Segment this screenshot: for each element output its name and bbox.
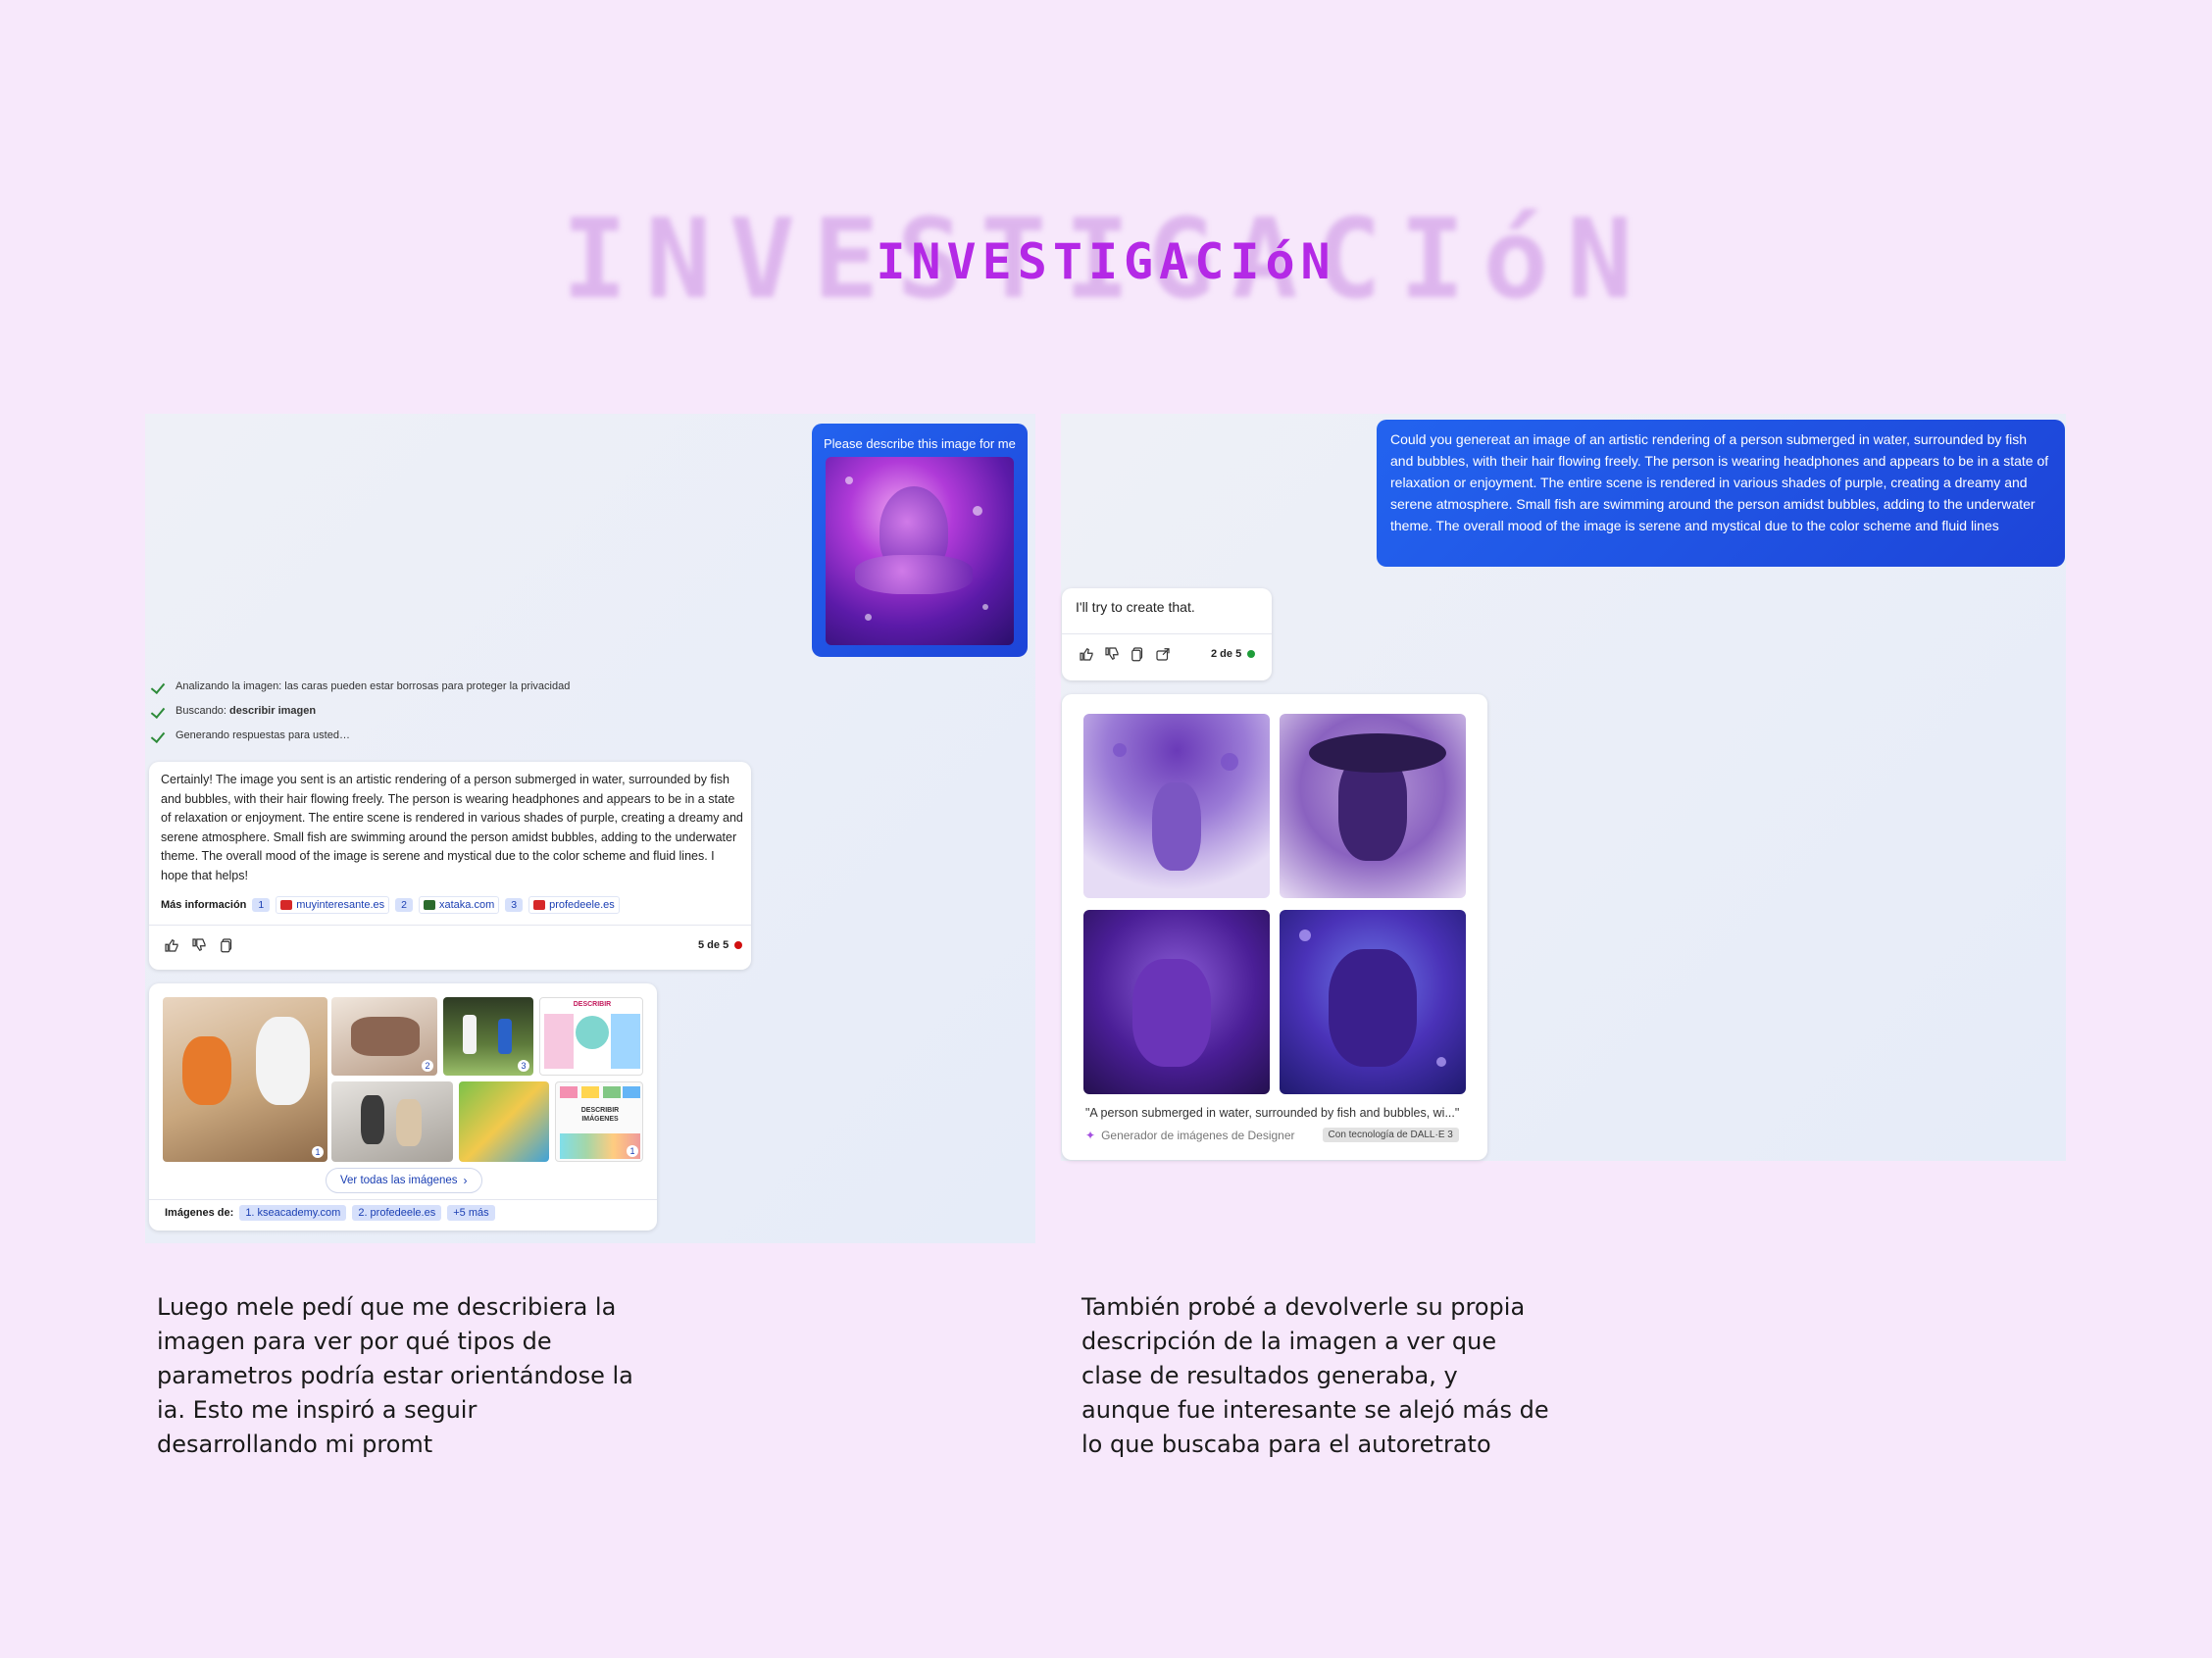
source-link-profedeele[interactable]: profedeele.es <box>528 896 620 914</box>
image-source-chip[interactable]: 2. profedeele.es <box>352 1205 442 1221</box>
designer-icon: ✦ <box>1085 1128 1096 1142</box>
status-text: Buscando: <box>176 705 230 717</box>
generated-image-2[interactable] <box>1280 714 1466 898</box>
left-caption: Luego mele pedí que me describiera la im… <box>157 1293 633 1458</box>
generated-caption: "A person submerged in water, surrounded… <box>1085 1106 1460 1120</box>
images-from-label: Imágenes de: <box>165 1207 234 1219</box>
image-result-1[interactable]: 1 <box>163 997 327 1162</box>
image-result-6[interactable] <box>459 1081 549 1162</box>
image-result-5[interactable] <box>331 1081 453 1162</box>
thumb-badge: 2 <box>422 1060 433 1072</box>
source-number: 3 <box>505 898 524 912</box>
generated-image-3[interactable] <box>1083 910 1270 1094</box>
chevron-right-icon: › <box>463 1174 468 1187</box>
xataka-favicon <box>423 900 435 910</box>
counter-dot <box>734 941 743 949</box>
more-info-label: Más información <box>161 899 247 911</box>
status-generating: Generando respuestas para usted… <box>152 729 350 741</box>
image-results-card: 1 2 3 DESCRIBIR DESCRIBIR IMÁGENES 1 Ver… <box>149 983 657 1231</box>
source-link-xataka[interactable]: xataka.com <box>418 896 500 914</box>
source-name: xataka.com <box>438 899 495 911</box>
share-icon[interactable] <box>1154 645 1172 663</box>
thumb-badge: 1 <box>312 1146 324 1158</box>
source-number: 2 <box>395 898 413 912</box>
thumb-badge: 1 <box>627 1145 638 1157</box>
counter-text: 5 de 5 <box>698 939 729 951</box>
image-result-7[interactable]: DESCRIBIR IMÁGENES 1 <box>555 1081 643 1162</box>
see-all-label: Ver todas las imágenes <box>340 1175 458 1186</box>
dalle-badge: Con tecnología de DALL·E 3 <box>1322 1128 1459 1142</box>
profedeele-favicon <box>533 900 546 910</box>
left-user-message: Please describe this image for me <box>812 424 1028 657</box>
thumbs-up-icon[interactable] <box>1078 645 1095 663</box>
response-counter: 5 de 5 <box>698 939 743 951</box>
feedback-bar <box>163 936 235 954</box>
image-result-3[interactable]: 3 <box>443 997 533 1076</box>
check-icon <box>152 705 168 717</box>
check-icon <box>152 680 168 692</box>
image-result-4[interactable]: DESCRIBIR <box>539 997 643 1076</box>
reply-counter: 2 de 5 <box>1211 648 1256 660</box>
right-user-message: Could you genereat an image of an artist… <box>1377 420 2065 567</box>
ai-reply-text: I'll try to create that. <box>1076 599 1195 615</box>
page-title: INVESTIGACIóN <box>876 233 1336 290</box>
counter-text: 2 de 5 <box>1211 648 1242 660</box>
thumbs-down-icon[interactable] <box>1103 645 1121 663</box>
thumb-overlay-text: DESCRIBIR <box>580 1107 620 1114</box>
generator-label: Generador de imágenes de Designer <box>1101 1128 1295 1142</box>
source-link-muyinteresante[interactable]: muyinteresante.es <box>276 896 390 914</box>
status-text: Analizando la imagen: las caras pueden e… <box>176 680 571 692</box>
left-user-prompt: Please describe this image for me <box>824 436 1016 451</box>
generated-image-1[interactable] <box>1083 714 1270 898</box>
copy-icon[interactable] <box>218 936 235 954</box>
ai-reply-card: I'll try to create that. 2 de 5 <box>1062 588 1272 680</box>
generated-image-4[interactable] <box>1280 910 1466 1094</box>
thumb-badge: 3 <box>518 1060 529 1072</box>
muyinteresante-favicon <box>280 900 293 910</box>
more-sources-chip[interactable]: +5 más <box>447 1205 495 1221</box>
reply-feedback-bar <box>1078 645 1172 663</box>
thumbs-down-icon[interactable] <box>190 936 208 954</box>
generated-images-card: "A person submerged in water, surrounded… <box>1062 694 1487 1160</box>
thumb-overlay-text: DESCRIBIR <box>573 1001 612 1008</box>
title-block: INVESTIGACIóN INVESTIGACIóN <box>0 196 2212 333</box>
thumbs-up-icon[interactable] <box>163 936 180 954</box>
see-all-images-button[interactable]: Ver todas las imágenes › <box>326 1168 482 1193</box>
status-analyzing: Analizando la imagen: las caras pueden e… <box>152 680 570 692</box>
more-info-row: Más información 1 muyinteresante.es 2 xa… <box>161 896 620 914</box>
ai-response-card: Certainly! The image you sent is an arti… <box>149 762 751 970</box>
counter-dot <box>1247 650 1256 658</box>
status-searching: Buscando: describir imagen <box>152 705 316 717</box>
image-sources-row: Imágenes de: 1. kseacademy.com 2. profed… <box>165 1205 495 1221</box>
image-source-chip[interactable]: 1. kseacademy.com <box>239 1205 347 1221</box>
status-text: Generando respuestas para usted… <box>176 729 350 741</box>
check-icon <box>152 729 168 741</box>
thumb-overlay-text: IMÁGENES <box>581 1116 619 1123</box>
source-name: profedeele.es <box>549 899 615 911</box>
status-query: describir imagen <box>229 705 317 717</box>
right-user-prompt: Could you genereat an image of an artist… <box>1390 431 2049 533</box>
copy-icon[interactable] <box>1129 645 1146 663</box>
uploaded-image[interactable] <box>826 457 1014 645</box>
source-name: muyinteresante.es <box>296 899 385 911</box>
image-result-2[interactable]: 2 <box>331 997 437 1076</box>
ai-response-text: Certainly! The image you sent is an arti… <box>161 773 743 882</box>
source-number: 1 <box>252 898 271 912</box>
generator-row: ✦ Generador de imágenes de Designer Con … <box>1085 1128 1459 1142</box>
right-caption: También probé a devolverle su propia des… <box>1081 1293 1549 1458</box>
